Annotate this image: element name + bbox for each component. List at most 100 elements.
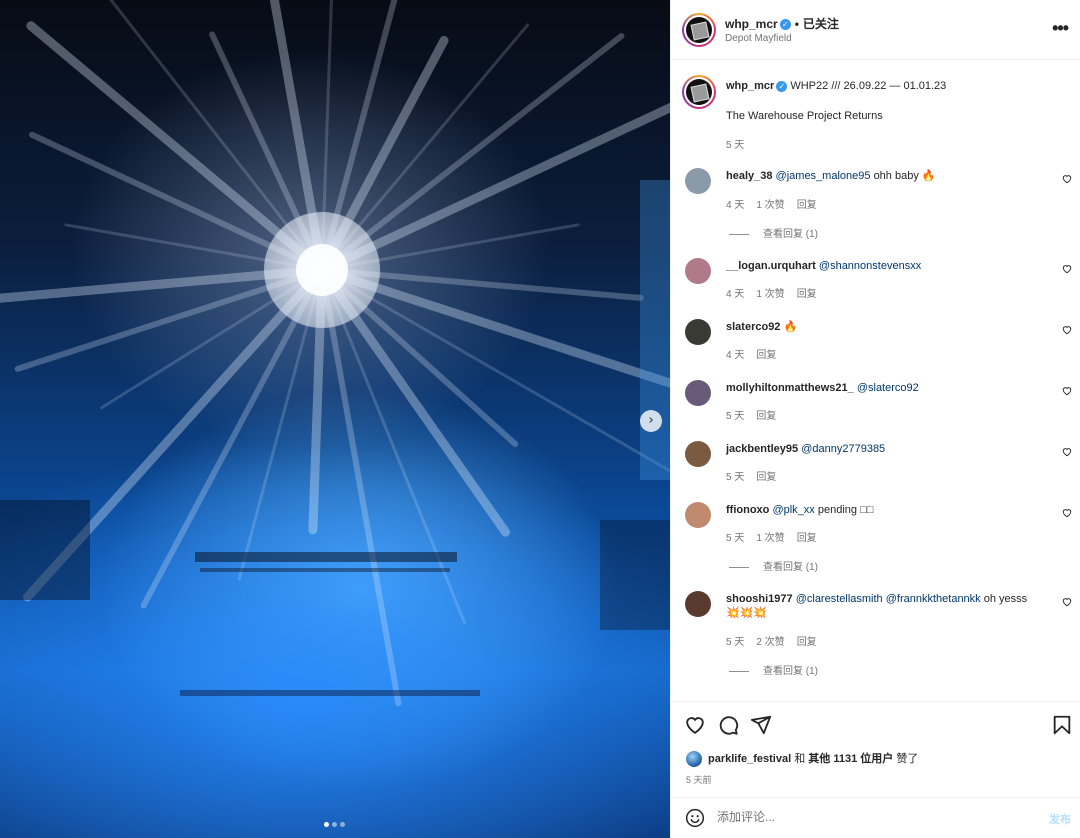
- author-avatar[interactable]: [682, 13, 716, 47]
- comment-mention[interactable]: @slaterco92: [857, 382, 919, 394]
- commenter-avatar[interactable]: [685, 502, 711, 528]
- comment-body: pending □□: [817, 504, 874, 516]
- caption-username[interactable]: whp_mcr: [726, 80, 774, 92]
- commenter-avatar[interactable]: [685, 258, 711, 284]
- comment-icon[interactable]: [717, 714, 739, 736]
- comment-likes[interactable]: 1 次赞: [756, 200, 784, 211]
- next-arrow-icon[interactable]: ›: [640, 410, 662, 432]
- comment-text: mollyhiltonmatthews21_ @slaterco92: [726, 381, 1046, 395]
- comment-mention[interactable]: @frannkkthetannkk: [886, 593, 981, 605]
- commenter-username[interactable]: healy_38: [726, 170, 772, 182]
- add-comment-bar: 发布: [671, 797, 1080, 838]
- heart-icon[interactable]: [684, 714, 706, 736]
- view-replies-link[interactable]: 查看回复 (1): [729, 662, 818, 677]
- commenter-avatar[interactable]: [685, 168, 711, 194]
- comment-heart-icon[interactable]: [1062, 386, 1072, 396]
- bookmark-icon[interactable]: [1051, 714, 1073, 736]
- comment-likes[interactable]: 1 次赞: [756, 289, 784, 300]
- carousel-dot-2: [332, 822, 337, 827]
- comment-text: jackbentley95 @danny2779385: [726, 442, 1046, 456]
- comment-meta: 4 天 1 次赞 回复: [726, 196, 829, 211]
- commenter-username[interactable]: mollyhiltonmatthews21_: [726, 382, 854, 394]
- comment-body: ohh baby: [873, 170, 919, 182]
- caption-time: 5 天: [726, 140, 745, 151]
- comment-heart-icon[interactable]: [1062, 174, 1072, 184]
- post-media[interactable]: ›: [0, 0, 670, 838]
- comment-text: __logan.urquhart @shannonstevensxx: [726, 259, 1046, 273]
- carousel-dot-1: [324, 822, 329, 827]
- comment-meta: 5 天 1 次赞 回复: [726, 529, 829, 544]
- comment-likes[interactable]: 1 次赞: [756, 533, 784, 544]
- commenter-username[interactable]: __logan.urquhart: [726, 260, 816, 272]
- post-actions: parklife_festival 和 其他 1131 位用户 赞了 5 天前: [671, 701, 1080, 797]
- commenter-username[interactable]: slaterco92: [726, 321, 780, 333]
- reply-button[interactable]: 回复: [797, 637, 817, 648]
- verified-icon: ✓: [776, 80, 788, 92]
- post-timestamp: 5 天前: [686, 775, 712, 785]
- fire-emoji-icon: 🔥: [783, 321, 798, 333]
- comment-text: ffionoxo @plk_xx pending □□: [726, 503, 1046, 517]
- liker-avatar[interactable]: [686, 751, 702, 768]
- verified-icon: ✓: [779, 19, 791, 31]
- caption-avatar[interactable]: [682, 75, 716, 109]
- emoji-icon[interactable]: [685, 808, 705, 828]
- comment-time: 4 天: [726, 289, 745, 300]
- post-comment-button[interactable]: 发布: [1049, 811, 1071, 827]
- view-replies-link[interactable]: 查看回复 (1): [729, 558, 818, 573]
- fire-emoji-icon: 🔥: [921, 170, 936, 182]
- comment-time: 5 天: [726, 533, 745, 544]
- comment-meta: 4 天回复: [726, 346, 788, 361]
- author-username[interactable]: whp_mcr: [725, 17, 778, 31]
- reply-button[interactable]: 回复: [797, 289, 817, 300]
- paper-plane-icon[interactable]: [750, 714, 772, 736]
- comment-heart-icon[interactable]: [1062, 325, 1072, 335]
- separator-dot: •: [794, 17, 799, 31]
- comment-likes[interactable]: 2 次赞: [756, 637, 784, 648]
- comment-heart-icon[interactable]: [1062, 264, 1072, 274]
- likes-summary: parklife_festival 和 其他 1131 位用户 赞了: [686, 750, 918, 768]
- comment-heart-icon[interactable]: [1062, 597, 1072, 607]
- reply-button[interactable]: 回复: [797, 200, 817, 211]
- commenter-username[interactable]: shooshi1977: [726, 593, 793, 605]
- comment-mention[interactable]: @james_malone95: [776, 170, 871, 182]
- more-options-icon[interactable]: •••: [1052, 19, 1069, 37]
- whp-logo-icon: [686, 79, 712, 105]
- collision-emoji-icon: 💥💥💥: [726, 607, 768, 619]
- caption-line: whp_mcr ✓ WHP22 /// 26.09.22 — 01.01.23: [726, 80, 946, 92]
- caption-text-2: The Warehouse Project Returns: [726, 110, 883, 122]
- reply-button[interactable]: 回复: [756, 350, 776, 361]
- liker-username[interactable]: parklife_festival: [708, 753, 791, 765]
- comment-text: healy_38 @james_malone95 ohh baby 🔥: [726, 169, 1046, 183]
- comment-time: 5 天: [726, 472, 745, 483]
- reply-button[interactable]: 回复: [756, 472, 776, 483]
- reply-button[interactable]: 回复: [797, 533, 817, 544]
- comment-text: slaterco92 🔥: [726, 320, 1046, 334]
- follow-button[interactable]: 已关注: [803, 17, 839, 31]
- comment-input[interactable]: [717, 810, 1017, 824]
- comment-time: 5 天: [726, 411, 745, 422]
- commenter-avatar[interactable]: [685, 591, 711, 617]
- comment-mention[interactable]: @clarestellasmith: [796, 593, 883, 605]
- comment-mention[interactable]: @plk_xx: [772, 504, 814, 516]
- comment-time: 4 天: [726, 200, 745, 211]
- whp-logo-icon: [686, 17, 712, 43]
- comment-mention[interactable]: @danny2779385: [801, 443, 885, 455]
- view-replies-link[interactable]: 查看回复 (1): [729, 225, 818, 240]
- location-link[interactable]: Depot Mayfield: [725, 33, 792, 44]
- comment-time: 5 天: [726, 637, 745, 648]
- commenter-username[interactable]: ffionoxo: [726, 504, 769, 516]
- comment-meta: 5 天回复: [726, 407, 788, 422]
- comment-meta: 5 天回复: [726, 468, 788, 483]
- commenter-username[interactable]: jackbentley95: [726, 443, 798, 455]
- others-likes-link[interactable]: 其他 1131 位用户: [808, 753, 893, 765]
- carousel-dots: [324, 822, 345, 827]
- comment-body: oh yesss: [983, 593, 1028, 605]
- reply-button[interactable]: 回复: [756, 411, 776, 422]
- commenter-avatar[interactable]: [685, 319, 711, 345]
- comment-heart-icon[interactable]: [1062, 447, 1072, 457]
- comment-text: shooshi1977 @clarestellasmith @frannkkth…: [726, 592, 1046, 620]
- commenter-avatar[interactable]: [685, 441, 711, 467]
- comment-heart-icon[interactable]: [1062, 508, 1072, 518]
- commenter-avatar[interactable]: [685, 380, 711, 406]
- comment-mention[interactable]: @shannonstevensxx: [819, 260, 921, 272]
